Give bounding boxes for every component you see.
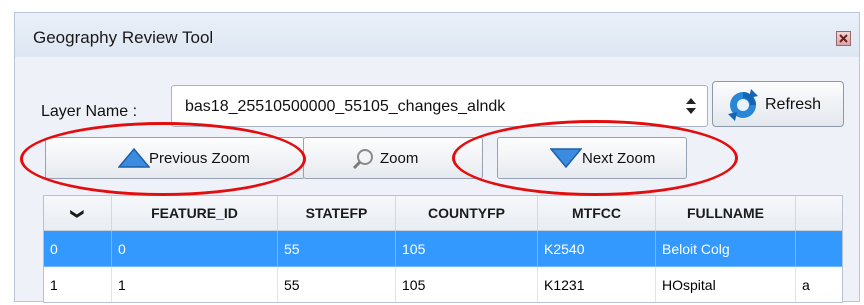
row-index: 1 (44, 267, 112, 302)
feature-table: ❯ FEATURE_ID STATEFP COUNTYFP MTFCC FULL… (43, 195, 843, 303)
zoom-label: Zoom (380, 150, 419, 167)
table-row[interactable]: 0 0 55 105 K2540 Beloit Colg (44, 231, 842, 267)
next-zoom-button[interactable]: Next Zoom (497, 137, 687, 179)
refresh-label: Refresh (765, 96, 822, 113)
cell-statefp[interactable]: 55 (278, 231, 396, 267)
previous-zoom-label: Previous Zoom (149, 150, 250, 167)
column-header-statefp[interactable]: STATEFP (278, 196, 396, 230)
column-header-fullname[interactable]: FULLNAME (656, 196, 796, 230)
close-icon (839, 34, 848, 43)
table-header: ❯ FEATURE_ID STATEFP COUNTYFP MTFCC FULL… (44, 196, 842, 231)
row-index: 0 (44, 231, 112, 267)
close-button[interactable] (836, 31, 851, 46)
cell-mtfcc[interactable]: K2540 (538, 231, 656, 267)
column-header-mtfcc[interactable]: MTFCC (538, 196, 656, 230)
column-sort-button[interactable]: ❯ (44, 196, 112, 230)
cell-feature-id[interactable]: 0 (112, 231, 278, 267)
column-header-countyfp[interactable]: COUNTYFP (396, 196, 538, 230)
cell-overflow[interactable]: a (796, 267, 842, 302)
title-bar: Geography Review Tool (15, 13, 859, 57)
column-header-overflow (796, 196, 842, 230)
layer-name-label: Layer Name : (41, 103, 138, 120)
cell-mtfcc[interactable]: K1231 (538, 267, 656, 302)
down-triangle-icon (550, 148, 582, 168)
geography-review-tool-window: Geography Review Tool Layer Name : bas18… (14, 12, 860, 303)
layer-name-value: bas18_25510500000_55105_changes_alndk (185, 98, 506, 115)
column-header-feature-id[interactable]: FEATURE_ID (112, 196, 278, 230)
layer-name-select[interactable]: bas18_25510500000_55105_changes_alndk (171, 85, 708, 127)
window-title: Geography Review Tool (33, 28, 214, 47)
cell-countyfp[interactable]: 105 (396, 267, 538, 302)
cell-overflow[interactable] (796, 231, 842, 267)
cell-fullname[interactable]: HOspital (656, 267, 796, 302)
refresh-icon (728, 89, 758, 121)
cell-fullname[interactable]: Beloit Colg (656, 231, 796, 267)
next-zoom-label: Next Zoom (582, 150, 656, 167)
refresh-button[interactable]: Refresh (712, 81, 844, 127)
zoom-button[interactable]: Zoom (303, 137, 483, 179)
table-row[interactable]: 1 1 55 105 K1231 HOspital a (44, 267, 842, 302)
up-down-arrows-icon (686, 98, 696, 114)
cell-statefp[interactable]: 55 (278, 267, 396, 302)
chevron-down-icon: ❯ (70, 208, 86, 220)
cell-countyfp[interactable]: 105 (396, 231, 538, 267)
previous-zoom-button[interactable]: Previous Zoom (45, 137, 305, 179)
up-triangle-icon (118, 148, 150, 168)
cell-feature-id[interactable]: 1 (112, 267, 278, 302)
magnifier-icon (352, 149, 373, 170)
